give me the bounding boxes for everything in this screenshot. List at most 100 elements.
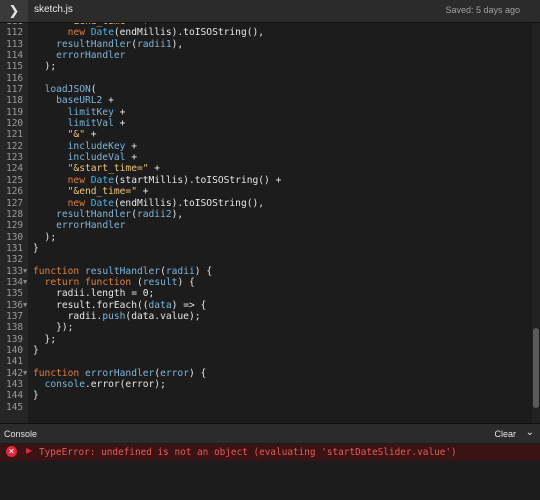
code-token: .error(error); [85, 379, 166, 390]
editor-header: ❯ sketch.js Saved: 5 days ago [0, 0, 540, 23]
code-text: baseURL2 + [33, 95, 114, 106]
code-token: new [67, 27, 85, 39]
code-text: radii.length = 0; [33, 288, 154, 299]
line-number: 128 [6, 208, 23, 220]
line-number: 138 [6, 322, 23, 334]
code-token: } [33, 390, 39, 402]
code-token: ) => { [171, 299, 207, 311]
code-token: new [67, 197, 85, 209]
collapse-console-button[interactable]: ⌄ [526, 427, 534, 438]
code-token: "&start_time=" [67, 163, 149, 175]
code-text: resultHandler(radii1), [33, 39, 183, 50]
code-token: (endMillis).toISOString(), [113, 27, 265, 39]
code-token: function [33, 265, 80, 277]
code-text: ); [33, 61, 57, 72]
code-text: }; [33, 334, 57, 345]
code-text: errorHandler [33, 50, 125, 61]
code-editor[interactable]: 111 "&end_time=" +112 new Date(endMillis… [0, 23, 540, 423]
code-token: }); [33, 322, 74, 334]
code-token: return [44, 276, 80, 288]
error-icon: ✕ [6, 446, 17, 457]
line-number: 114 [6, 50, 23, 62]
line-number: 120 [6, 118, 23, 130]
code-token: error [160, 367, 189, 379]
code-token: includeKey [67, 140, 126, 152]
code-text: ); [33, 232, 57, 243]
line-number: 142 [6, 367, 23, 379]
scrollbar-thumb[interactable] [533, 328, 539, 408]
code-text: result.forEach((data) => { [33, 300, 206, 311]
code-text: includeKey + [33, 141, 137, 152]
code-text: }); [33, 322, 73, 333]
fold-arrow-icon[interactable]: ▼ [23, 277, 27, 288]
code-token: errorHandler [56, 220, 126, 232]
fold-arrow-icon[interactable]: ▼ [23, 266, 27, 277]
line-number: 124 [6, 163, 23, 175]
code-token: + [113, 106, 126, 118]
code-token: result [142, 276, 178, 288]
clear-console-button[interactable]: Clear [494, 429, 516, 439]
line-number: 125 [6, 174, 23, 186]
line-number: 129 [6, 220, 23, 232]
code-token: loadJSON [44, 84, 91, 96]
code-token: errorHandler [85, 367, 155, 379]
code-text: } [33, 243, 39, 254]
code-token: errorHandler [56, 50, 126, 62]
code-token: } [33, 344, 39, 356]
code-token: radii2 [136, 208, 172, 220]
line-number: 141 [6, 356, 23, 368]
expand-error-icon[interactable]: ▶ [26, 446, 32, 455]
code-text: } [33, 390, 39, 401]
code-token: radii.length = 0; [33, 288, 155, 300]
code-token: radii. [33, 310, 103, 322]
code-token: includeVal [67, 152, 126, 164]
line-number: 145 [6, 401, 23, 413]
file-tab-name[interactable]: sketch.js [34, 4, 73, 15]
code-text: errorHandler [33, 220, 125, 231]
expand-sidebar-button[interactable]: ❯ [0, 0, 28, 22]
line-number: 131 [6, 242, 23, 254]
line-number: 123 [6, 152, 23, 164]
fold-arrow-icon[interactable]: ▼ [23, 368, 27, 379]
line-number: 127 [6, 197, 23, 209]
code-token: ( [131, 276, 143, 288]
code-token: Date [90, 27, 114, 39]
code-token: Date [90, 174, 114, 186]
line-number: 132 [6, 254, 23, 266]
code-token: result.forEach(( [33, 299, 149, 311]
code-token: baseURL2 [56, 95, 103, 107]
saved-status: Saved: 5 days ago [445, 5, 520, 15]
line-number: 137 [6, 310, 23, 322]
editor-scrollbar[interactable] [532, 23, 540, 423]
code-text: return function (result) { [33, 277, 195, 288]
code-token: ) { [177, 276, 195, 288]
code-text: limitKey + [33, 106, 126, 118]
code-token: + [84, 129, 97, 141]
code-token: push [102, 310, 126, 322]
line-number: 126 [6, 186, 23, 198]
code-text: loadJSON( [33, 84, 97, 95]
fold-arrow-icon[interactable]: ▼ [23, 300, 27, 311]
code-text: radii.push(data.value); [33, 311, 201, 322]
code-token: function [33, 367, 80, 379]
code-token: resultHandler [56, 38, 132, 50]
code-token: ( [90, 84, 97, 96]
line-number: 119 [6, 106, 23, 118]
code-token: resultHandler [85, 265, 161, 277]
code-token: radii [165, 265, 195, 277]
code-token: radii1 [136, 38, 172, 50]
line-number: 130 [6, 231, 23, 243]
code-token: Date [90, 197, 114, 209]
code-text: "&start_time=" + [33, 163, 160, 174]
code-text: new Date(endMillis).toISOString(), [33, 198, 264, 209]
